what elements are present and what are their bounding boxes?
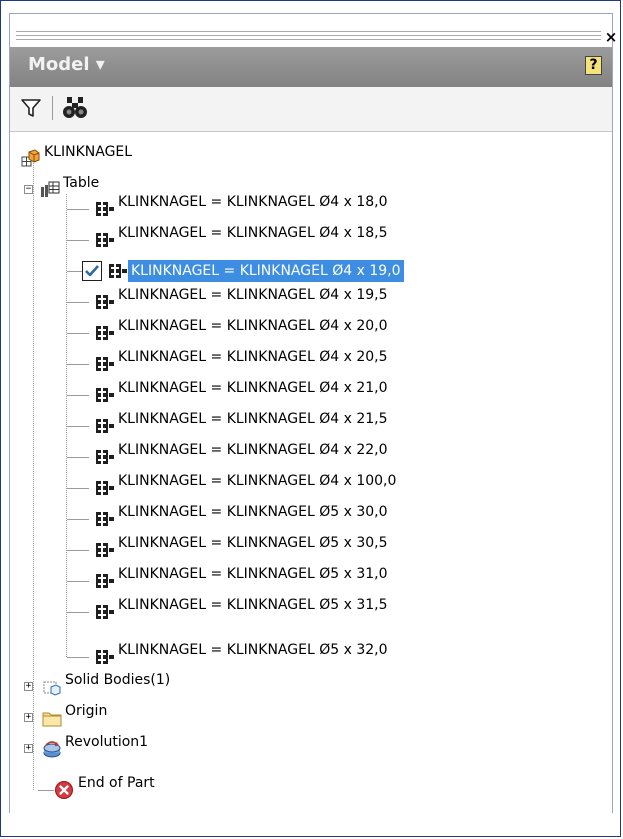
table-member-label: KLINKNAGEL = KLINKNAGEL Ø4 x 21,0 [118, 380, 388, 396]
table-member-row[interactable]: KLINKNAGEL = KLINKNAGEL Ø4 x 21,5 [10, 411, 570, 441]
table-member-icon [95, 571, 115, 591]
model-dropdown[interactable]: Model ▾ [28, 54, 105, 75]
panel-grip[interactable] [16, 24, 601, 48]
expand-icon[interactable]: + [24, 682, 33, 691]
toolbar-separator [52, 96, 53, 120]
table-member-label: KLINKNAGEL = KLINKNAGEL Ø4 x 21,5 [118, 411, 388, 427]
table-member-icon [95, 509, 115, 529]
browser-frame: × Model ▾ ? KLINKNAGEL − Table KLINKNAGE… [9, 13, 617, 813]
end-of-part-icon [55, 781, 73, 799]
table-member-row[interactable]: KLINKNAGEL = KLINKNAGEL Ø5 x 31,5 [10, 597, 570, 627]
filter-icon[interactable] [20, 97, 42, 119]
browser-toolbar [10, 87, 612, 131]
table-member-icon [95, 292, 115, 312]
expand-icon[interactable]: + [24, 713, 33, 722]
table-member-icon [95, 602, 115, 622]
table-member-icon [95, 354, 115, 374]
table-member-label: KLINKNAGEL = KLINKNAGEL Ø4 x 19,0 [128, 260, 404, 282]
solid-bodies-icon [43, 681, 61, 696]
table-member-row[interactable]: KLINKNAGEL = KLINKNAGEL Ø4 x 20,5 [10, 349, 570, 379]
tree-item-origin-label: Origin [65, 703, 108, 719]
table-member-icon [95, 385, 115, 405]
browser-header: Model ▾ ? [10, 47, 612, 87]
model-browser-panel: × Model ▾ ? KLINKNAGEL − Table KLINKNAGE… [0, 0, 621, 837]
table-member-icon [95, 199, 115, 219]
folder-icon [42, 712, 62, 727]
table-member-label: KLINKNAGEL = KLINKNAGEL Ø4 x 100,0 [118, 473, 397, 489]
table-member-row[interactable]: KLINKNAGEL = KLINKNAGEL Ø4 x 20,0 [10, 318, 570, 348]
table-member-row[interactable]: KLINKNAGEL = KLINKNAGEL Ø5 x 32,0 [10, 642, 570, 672]
tree-item-table-label: Table [63, 175, 100, 191]
close-icon[interactable]: × [602, 28, 620, 46]
collapse-icon[interactable]: − [24, 185, 33, 194]
tree-item-solid-bodies[interactable]: + Solid Bodies(1) [10, 672, 310, 702]
tree-item-end-of-part-label: End of Part [78, 775, 155, 791]
table-member-label: KLINKNAGEL = KLINKNAGEL Ø4 x 20,0 [118, 318, 388, 334]
part-icon [21, 149, 40, 167]
binoculars-icon[interactable] [62, 95, 88, 121]
table-member-label: KLINKNAGEL = KLINKNAGEL Ø5 x 30,0 [118, 504, 388, 520]
table-member-label: KLINKNAGEL = KLINKNAGEL Ø5 x 31,0 [118, 566, 388, 582]
model-tree: KLINKNAGEL − Table KLINKNAGEL = KLINKNAG… [10, 131, 612, 813]
table-member-row[interactable]: KLINKNAGEL = KLINKNAGEL Ø4 x 18,5 [10, 225, 570, 255]
table-member-row[interactable]: KLINKNAGEL = KLINKNAGEL Ø4 x 18,0 [10, 194, 570, 224]
table-member-icon [95, 416, 115, 436]
table-member-label: KLINKNAGEL = KLINKNAGEL Ø4 x 18,5 [118, 225, 388, 241]
table-member-row[interactable]: KLINKNAGEL = KLINKNAGEL Ø4 x 19,5 [10, 287, 570, 317]
table-member-label: KLINKNAGEL = KLINKNAGEL Ø4 x 19,5 [118, 287, 388, 303]
table-member-icon [108, 261, 128, 281]
help-icon[interactable]: ? [585, 56, 602, 75]
tree-item-origin[interactable]: + Origin [10, 703, 310, 733]
tree-root-label: KLINKNAGEL [44, 144, 133, 160]
revolve-icon [43, 741, 61, 758]
table-member-row[interactable]: KLINKNAGEL = KLINKNAGEL Ø5 x 31,0 [10, 566, 570, 596]
table-member-row[interactable]: KLINKNAGEL = KLINKNAGEL Ø5 x 30,0 [10, 504, 570, 534]
table-member-icon [95, 323, 115, 343]
table-member-row[interactable]: KLINKNAGEL = KLINKNAGEL Ø4 x 100,0 [10, 473, 570, 503]
table-member-icon [95, 447, 115, 467]
expand-icon[interactable]: + [24, 744, 33, 753]
table-member-row[interactable]: KLINKNAGEL = KLINKNAGEL Ø4 x 22,0 [10, 442, 570, 472]
table-member-row[interactable]: KLINKNAGEL = KLINKNAGEL Ø5 x 30,5 [10, 535, 570, 565]
table-member-icon [95, 540, 115, 560]
table-member-row[interactable]: KLINKNAGEL = KLINKNAGEL Ø4 x 21,0 [10, 380, 570, 410]
table-member-icon [95, 647, 115, 667]
tree-item-revolution[interactable]: + Revolution1 [10, 734, 310, 764]
table-member-label: KLINKNAGEL = KLINKNAGEL Ø5 x 32,0 [118, 642, 388, 658]
table-member-label: KLINKNAGEL = KLINKNAGEL Ø5 x 30,5 [118, 535, 388, 551]
table-member-row[interactable]: KLINKNAGEL = KLINKNAGEL Ø4 x 19,0 [10, 256, 570, 286]
tree-item-solid-bodies-label: Solid Bodies(1) [65, 672, 171, 688]
table-member-label: KLINKNAGEL = KLINKNAGEL Ø4 x 20,5 [118, 349, 388, 365]
table-member-label: KLINKNAGEL = KLINKNAGEL Ø4 x 18,0 [118, 194, 388, 210]
table-member-icon [95, 478, 115, 498]
table-member-icon [95, 230, 115, 250]
table-member-label: KLINKNAGEL = KLINKNAGEL Ø5 x 31,5 [118, 597, 388, 613]
tree-item-end-of-part[interactable]: End of Part [10, 775, 310, 805]
table-member-label: KLINKNAGEL = KLINKNAGEL Ø4 x 22,0 [118, 442, 388, 458]
checkmark-icon [82, 261, 102, 281]
tree-root[interactable]: KLINKNAGEL [10, 144, 310, 174]
tree-item-revolution-label: Revolution1 [65, 734, 149, 750]
